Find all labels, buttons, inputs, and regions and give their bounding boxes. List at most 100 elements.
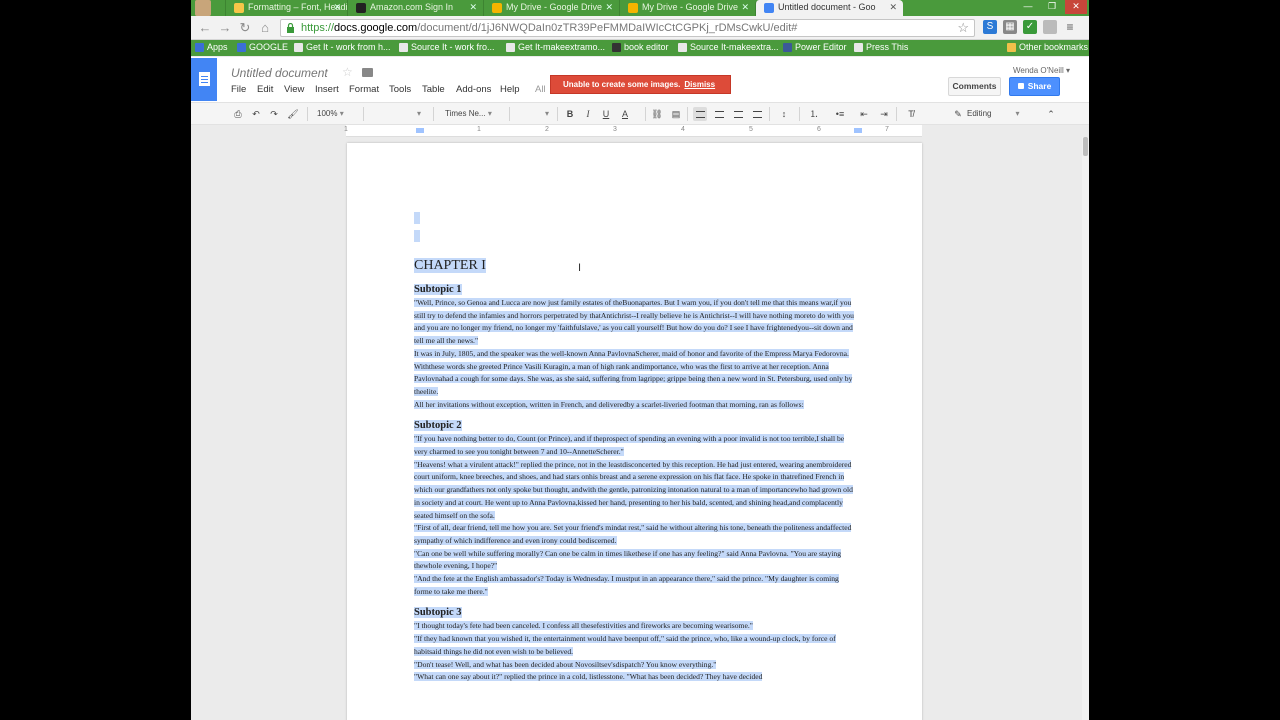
justify-icon[interactable] bbox=[750, 107, 764, 121]
paragraph-text: "And the fete at the English ambassador'… bbox=[414, 574, 839, 596]
editing-mode-value: Editing bbox=[967, 109, 992, 118]
comment-icon[interactable]: ▤ bbox=[669, 107, 683, 121]
toolbar-divider bbox=[307, 107, 308, 121]
toolbar-divider bbox=[799, 107, 800, 121]
close-icon[interactable]: ✕ bbox=[469, 0, 477, 15]
folder-icon[interactable] bbox=[362, 68, 373, 77]
increase-indent-icon[interactable]: ⇥ bbox=[877, 107, 891, 121]
extension-icon[interactable] bbox=[1043, 20, 1057, 34]
font-size-select[interactable]: ▾ bbox=[515, 107, 553, 121]
reload-icon[interactable]: ↻ bbox=[237, 20, 253, 36]
menu-addons[interactable]: Add-ons bbox=[456, 84, 491, 95]
decrease-indent-icon[interactable]: ⇤ bbox=[857, 107, 871, 121]
document-body[interactable]: CHAPTER I Subtopic 1 "Well, Prince, so G… bbox=[414, 211, 856, 684]
paragraph: "Well, Prince, so Genoa and Lucca are no… bbox=[414, 297, 856, 348]
close-icon[interactable]: ✕ bbox=[333, 0, 341, 15]
paragraph-text: "If you have nothing better to do, Count… bbox=[414, 434, 845, 457]
bookmark-item[interactable]: Press This bbox=[854, 41, 908, 54]
italic-button[interactable]: I bbox=[581, 107, 595, 121]
close-icon[interactable]: ✕ bbox=[741, 0, 749, 15]
browser-tab[interactable]: Amazon.com Sign In ✕ bbox=[347, 0, 483, 16]
address-bar[interactable]: https://docs.google.com/document/d/1jJ6N… bbox=[280, 19, 975, 37]
align-left-icon[interactable] bbox=[693, 107, 707, 121]
menu-help[interactable]: Help bbox=[500, 84, 520, 95]
vertical-scrollbar[interactable] bbox=[1082, 137, 1089, 720]
user-name[interactable]: Wenda O'Neill ▾ bbox=[1013, 66, 1070, 75]
redo-icon[interactable]: ↷ bbox=[267, 107, 281, 121]
menu-format[interactable]: Format bbox=[349, 84, 379, 95]
browser-tab[interactable]: Formatting – Font, Headi ✕ bbox=[225, 0, 347, 16]
print-icon[interactable]: ⎙ bbox=[231, 107, 245, 121]
star-icon[interactable]: ☆ bbox=[342, 65, 353, 79]
bold-button[interactable]: B bbox=[563, 107, 577, 121]
menu-edit[interactable]: Edit bbox=[257, 84, 273, 95]
menu-tools[interactable]: Tools bbox=[389, 84, 411, 95]
text-color-icon[interactable]: A bbox=[618, 107, 632, 121]
ruler[interactable]: 1 1 2 3 4 5 6 7 bbox=[344, 125, 922, 137]
page-icon bbox=[854, 43, 863, 52]
bookmark-item[interactable]: Source It-makeextra... bbox=[678, 41, 779, 54]
line-spacing-icon[interactable]: ↕ bbox=[775, 107, 793, 121]
ruler-number: 7 bbox=[885, 126, 889, 133]
browser-tab-active[interactable]: Untitled document - Goo ✕ bbox=[755, 0, 903, 16]
left-indent-marker[interactable] bbox=[416, 128, 424, 133]
close-icon[interactable]: ✕ bbox=[605, 0, 613, 15]
close-icon[interactable]: ✕ bbox=[889, 0, 897, 15]
docs-logo-icon[interactable] bbox=[191, 58, 217, 101]
menu-table[interactable]: Table bbox=[422, 84, 445, 95]
bookmark-item[interactable]: Get It - work from h... bbox=[294, 41, 391, 54]
toolbar-divider bbox=[363, 107, 364, 121]
style-select[interactable]: ▾ bbox=[369, 107, 427, 121]
bookmark-google[interactable]: GOOGLE bbox=[237, 41, 288, 54]
font-select[interactable]: Times Ne... ▾ bbox=[445, 107, 505, 121]
alert-text: Unable to create some images. bbox=[563, 80, 681, 89]
undo-icon[interactable]: ↶ bbox=[249, 107, 263, 121]
bookmark-item[interactable]: Source It - work fro... bbox=[399, 41, 495, 54]
extension-icon[interactable]: ▦ bbox=[1003, 20, 1017, 34]
share-button[interactable]: Share bbox=[1009, 77, 1060, 96]
window-close-icon[interactable]: ✕ bbox=[1065, 0, 1087, 14]
comments-button[interactable]: Comments bbox=[948, 77, 1001, 96]
forward-arrow-icon[interactable]: → bbox=[217, 20, 233, 36]
scrollbar-thumb[interactable] bbox=[1083, 137, 1088, 156]
profile-avatar[interactable] bbox=[195, 0, 211, 16]
url-host: docs.google.com bbox=[334, 22, 418, 34]
browser-tab[interactable]: My Drive - Google Drive ✕ bbox=[483, 0, 619, 16]
right-indent-marker[interactable] bbox=[854, 128, 862, 133]
bookmark-other[interactable]: Other bookmarks bbox=[1007, 41, 1088, 54]
editing-mode-select[interactable]: Editing ▾ bbox=[967, 107, 1033, 121]
paint-format-icon[interactable]: 🖌 bbox=[286, 107, 300, 121]
align-right-icon[interactable] bbox=[731, 107, 745, 121]
browser-tab[interactable]: My Drive - Google Drive ✕ bbox=[619, 0, 755, 16]
document-title[interactable]: Untitled document bbox=[231, 66, 328, 80]
maximize-icon[interactable]: ❐ bbox=[1041, 0, 1063, 14]
underline-button[interactable]: U bbox=[599, 107, 613, 121]
minimize-icon[interactable]: — bbox=[1017, 0, 1039, 14]
numbered-list-icon[interactable]: ⒈ bbox=[805, 107, 823, 121]
apps-grid-icon bbox=[195, 43, 204, 52]
chrome-menu-icon[interactable]: ≡ bbox=[1063, 20, 1077, 34]
bookmark-item[interactable]: Get It-makeextramo... bbox=[506, 41, 605, 54]
menu-file[interactable]: File bbox=[231, 84, 246, 95]
bookmark-star-icon[interactable]: ☆ bbox=[957, 20, 969, 36]
docs-line-shape bbox=[201, 79, 208, 80]
bookmark-item[interactable]: book editor bbox=[612, 41, 669, 54]
menu-view[interactable]: View bbox=[284, 84, 304, 95]
link-icon[interactable]: ⛓ bbox=[650, 107, 664, 121]
back-arrow-icon[interactable]: ← bbox=[197, 20, 213, 36]
dismiss-link[interactable]: Dismiss bbox=[684, 80, 715, 89]
bulleted-list-icon[interactable]: •≡ bbox=[831, 107, 849, 121]
bookmark-apps[interactable]: Apps bbox=[195, 41, 228, 54]
zoom-select[interactable]: 100% ▾ bbox=[317, 107, 357, 121]
collapse-menu-icon[interactable]: ⌃ bbox=[1044, 107, 1058, 121]
document-page[interactable]: CHAPTER I Subtopic 1 "Well, Prince, so G… bbox=[347, 143, 922, 720]
clear-formatting-icon[interactable]: T̸ bbox=[904, 107, 918, 121]
chevron-down-icon: ▾ bbox=[545, 109, 550, 118]
menu-insert[interactable]: Insert bbox=[315, 84, 339, 95]
checkbox-extension-icon[interactable]: ✓ bbox=[1023, 20, 1037, 34]
align-center-icon[interactable] bbox=[712, 107, 726, 121]
skype-extension-icon[interactable]: S bbox=[983, 20, 997, 34]
paragraph: "What can one say about it?" replied the… bbox=[414, 671, 856, 684]
home-icon[interactable]: ⌂ bbox=[257, 20, 273, 36]
bookmark-item[interactable]: Power Editor bbox=[783, 41, 847, 54]
